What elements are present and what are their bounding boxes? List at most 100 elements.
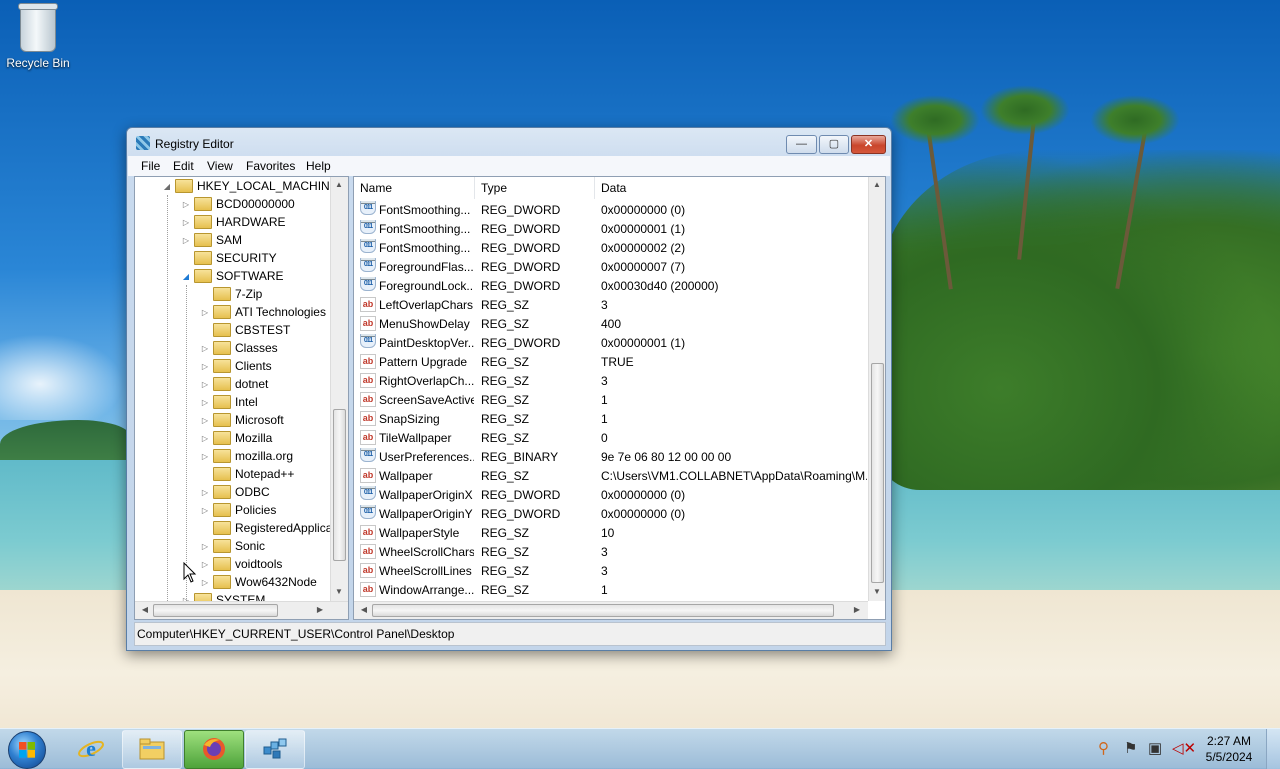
value-row[interactable]: ab LeftOverlapChars REG_SZ 3 [354,296,870,315]
tree-node-software-child[interactable]: CBSTEST [213,321,290,339]
minimize-button[interactable]: — [786,135,817,154]
expand-arrow-icon[interactable]: ▷ [201,506,209,515]
tree-node-software-child[interactable]: dotnet [213,375,268,393]
close-button[interactable]: ✕ [851,135,886,154]
value-row[interactable]: ab Wallpaper REG_SZ C:\Users\VM1.COLLABNET\… [354,467,870,486]
value-row[interactable]: ab WallpaperStyle REG_SZ 10 [354,524,870,543]
value-row[interactable]: 011 FontSmoothing... REG_DWORD 0x00000002 (… [354,239,870,258]
volume-muted-icon[interactable]: ◁✕ [1172,739,1196,757]
tree-node-security[interactable]: SECURITY [194,249,277,267]
value-row[interactable]: ab RightOverlapCh... REG_SZ 3 [354,372,870,391]
expand-arrow-icon[interactable]: ▷ [182,218,190,227]
tree-node-software-child[interactable]: mozilla.org [213,447,293,465]
menu-help[interactable]: Help [306,159,331,173]
tree-node-software[interactable]: SOFTWARE [194,267,284,285]
scroll-up-icon[interactable]: ▲ [332,180,346,189]
value-row[interactable]: 011 FontSmoothing... REG_DWORD 0x00000001 (… [354,220,870,239]
value-row[interactable]: ab WindowArrange... REG_SZ 1 [354,581,870,600]
tree-node-software-child[interactable]: Wow6432Node [213,573,317,591]
value-row[interactable]: 011 PaintDesktopVer... REG_DWORD 0x00000001… [354,334,870,353]
tree-vertical-scrollbar[interactable]: ▲ ▼ [330,177,348,601]
show-desktop-button[interactable] [1266,729,1280,769]
list-vertical-scrollbar[interactable]: ▲ ▼ [868,177,885,601]
menu-view[interactable]: View [207,159,233,173]
value-row[interactable]: ab WheelScrollLines REG_SZ 3 [354,562,870,581]
tree-node-software-child[interactable]: Mozilla [213,429,272,447]
tree-node-software-child[interactable]: RegisteredApplica [213,519,332,537]
expand-arrow-icon[interactable]: ▷ [201,578,209,587]
expand-arrow-icon[interactable]: ▷ [201,416,209,425]
expand-arrow-icon[interactable]: ▷ [182,200,190,209]
desktop-icon-recycle-bin[interactable]: Recycle Bin [4,3,72,70]
value-row[interactable]: ab WheelScrollChars REG_SZ 3 [354,543,870,562]
title-bar[interactable]: Registry Editor — ▢ ✕ [127,128,891,156]
tree-node-software-child[interactable]: Notepad++ [213,465,294,483]
scroll-down-icon[interactable]: ▼ [870,587,884,596]
tree-node-software-child[interactable]: Classes [213,339,278,357]
column-header-data[interactable]: Data [595,177,870,199]
taskbar-file-explorer[interactable] [122,730,182,769]
expand-arrow-icon[interactable]: ▷ [201,434,209,443]
value-row[interactable]: 011 WallpaperOriginY REG_DWORD 0x00000000 (… [354,505,870,524]
tree-node-sam[interactable]: SAM [194,231,242,249]
scrollbar-thumb[interactable] [333,409,346,561]
value-row[interactable]: ab ScreenSaveActive REG_SZ 1 [354,391,870,410]
tree-node-software-child[interactable]: Sonic [213,537,265,555]
expand-arrow-icon[interactable]: ▷ [201,362,209,371]
system-clock[interactable]: 2:27 AM 5/5/2024 [1200,733,1258,765]
collapse-arrow-icon[interactable]: ◢ [182,272,190,281]
flag-icon[interactable]: ⚑ [1124,739,1137,757]
start-button[interactable] [8,731,46,769]
tree-node-software-child[interactable]: Microsoft [213,411,284,429]
expand-arrow-icon[interactable]: ▷ [201,452,209,461]
network-icon[interactable]: ▣ [1148,739,1162,757]
tree-horizontal-scrollbar[interactable]: ◀ ▶ [135,601,348,619]
scroll-right-icon[interactable]: ▶ [850,605,864,614]
taskbar-firefox[interactable] [184,730,244,769]
scroll-up-icon[interactable]: ▲ [870,180,884,189]
value-row[interactable]: ab Pattern Upgrade REG_SZ TRUE [354,353,870,372]
tree-node-hklm[interactable]: HKEY_LOCAL_MACHINE [175,177,338,195]
scroll-left-icon[interactable]: ◀ [357,605,371,614]
scroll-down-icon[interactable]: ▼ [332,587,346,596]
expand-arrow-icon[interactable]: ▷ [201,308,209,317]
scroll-left-icon[interactable]: ◀ [138,605,152,614]
scrollbar-thumb[interactable] [372,604,834,617]
value-row[interactable]: 011 UserPreferences... REG_BINARY 9e 7e 06 … [354,448,870,467]
value-row[interactable]: 011 ForegroundFlas... REG_DWORD 0x00000007 … [354,258,870,277]
tree-node-bcd[interactable]: BCD00000000 [194,195,295,213]
tree-node-software-child[interactable]: ATI Technologies [213,303,326,321]
expand-arrow-icon[interactable]: ▷ [201,560,209,569]
value-row[interactable]: ab TileWallpaper REG_SZ 0 [354,429,870,448]
value-row[interactable]: 011 ForegroundLock... REG_DWORD 0x00030d40 … [354,277,870,296]
taskbar-internet-explorer[interactable]: e [61,730,121,769]
expand-arrow-icon[interactable]: ▷ [201,398,209,407]
menu-file[interactable]: File [141,159,160,173]
value-row[interactable]: ab SnapSizing REG_SZ 1 [354,410,870,429]
tree-node-software-child[interactable]: Policies [213,501,276,519]
tree-node-software-child[interactable]: Clients [213,357,272,375]
scroll-right-icon[interactable]: ▶ [313,605,327,614]
tree-node-hardware[interactable]: HARDWARE [194,213,286,231]
column-header-type[interactable]: Type [475,177,595,199]
maximize-button[interactable]: ▢ [819,135,849,154]
taskbar-registry-editor[interactable] [245,730,305,769]
tree-node-software-child[interactable]: Intel [213,393,258,411]
value-row[interactable]: ab MenuShowDelay REG_SZ 400 [354,315,870,334]
value-row[interactable]: 011 WallpaperOriginX REG_DWORD 0x00000000 (… [354,486,870,505]
tree-node-software-child[interactable]: 7-Zip [213,285,262,303]
expand-arrow-icon[interactable]: ▷ [201,380,209,389]
expand-arrow-icon[interactable]: ▷ [201,344,209,353]
menu-edit[interactable]: Edit [173,159,194,173]
menu-favorites[interactable]: Favorites [246,159,295,173]
search-icon[interactable]: ⚲ [1098,739,1109,757]
tree-node-software-child[interactable]: voidtools [213,555,282,573]
value-row[interactable]: 011 FontSmoothing... REG_DWORD 0x00000000 (… [354,201,870,220]
scrollbar-thumb[interactable] [153,604,278,617]
expand-arrow-icon[interactable]: ▷ [201,542,209,551]
scrollbar-thumb[interactable] [871,363,884,583]
column-header-name[interactable]: Name [354,177,475,199]
list-horizontal-scrollbar[interactable]: ◀ ▶ [354,601,868,619]
expand-arrow-icon[interactable]: ▷ [182,236,190,245]
expand-arrow-icon[interactable]: ▷ [201,488,209,497]
